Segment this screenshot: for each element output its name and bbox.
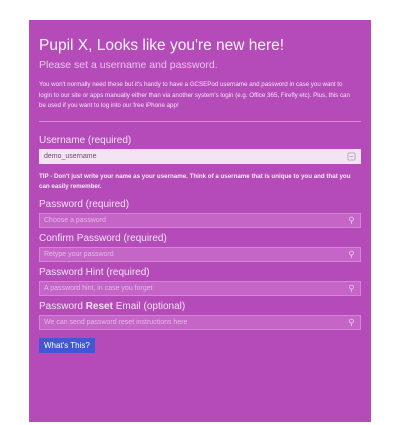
- reset-email-placeholder: We can send password reset instructions …: [44, 318, 188, 326]
- page-subtitle: Please set a username and password.: [39, 59, 218, 71]
- reset-email-label-post: Email (optional): [112, 300, 186, 312]
- divider: [39, 120, 361, 122]
- reset-email-label: Password Reset Email (optional): [39, 300, 361, 313]
- key-icon: [349, 284, 354, 292]
- reset-email-label-pre: Password: [39, 300, 86, 312]
- username-value: demo_username: [44, 152, 97, 160]
- password-placeholder: Choose a password: [44, 216, 106, 224]
- password-label: Password (required): [39, 198, 130, 210]
- intro-text: You won't normally need these but it's h…: [39, 81, 350, 109]
- key-icon: [349, 250, 354, 258]
- password-hint-label: Password Hint (required): [39, 266, 150, 278]
- key-icon: [349, 318, 354, 326]
- password-input[interactable]: Choose a password: [39, 212, 361, 228]
- key-icon: [349, 216, 354, 224]
- tip-text: TIP - Don't just write your name as your…: [39, 172, 351, 191]
- confirm-password-input[interactable]: Retype your password: [39, 246, 361, 262]
- password-hint-input[interactable]: A password hint, in case you forget: [39, 280, 361, 296]
- username-label: Username (required): [39, 134, 132, 146]
- reset-email-label-bold: Reset: [85, 300, 113, 312]
- confirm-password-label: Confirm Password (required): [39, 232, 167, 244]
- page-title: Pupil X, Looks like you're new here!: [39, 37, 285, 54]
- key-icon: [347, 151, 356, 161]
- signup-panel: Pupil X, Looks like you're new here! Ple…: [29, 20, 371, 422]
- reset-email-input[interactable]: We can send password reset instructions …: [39, 314, 361, 330]
- password-hint-placeholder: A password hint, in case you forget: [44, 284, 153, 292]
- confirm-password-placeholder: Retype your password: [44, 250, 114, 258]
- whats-this-button[interactable]: What's This?: [39, 337, 95, 353]
- username-input[interactable]: demo_username: [39, 148, 361, 164]
